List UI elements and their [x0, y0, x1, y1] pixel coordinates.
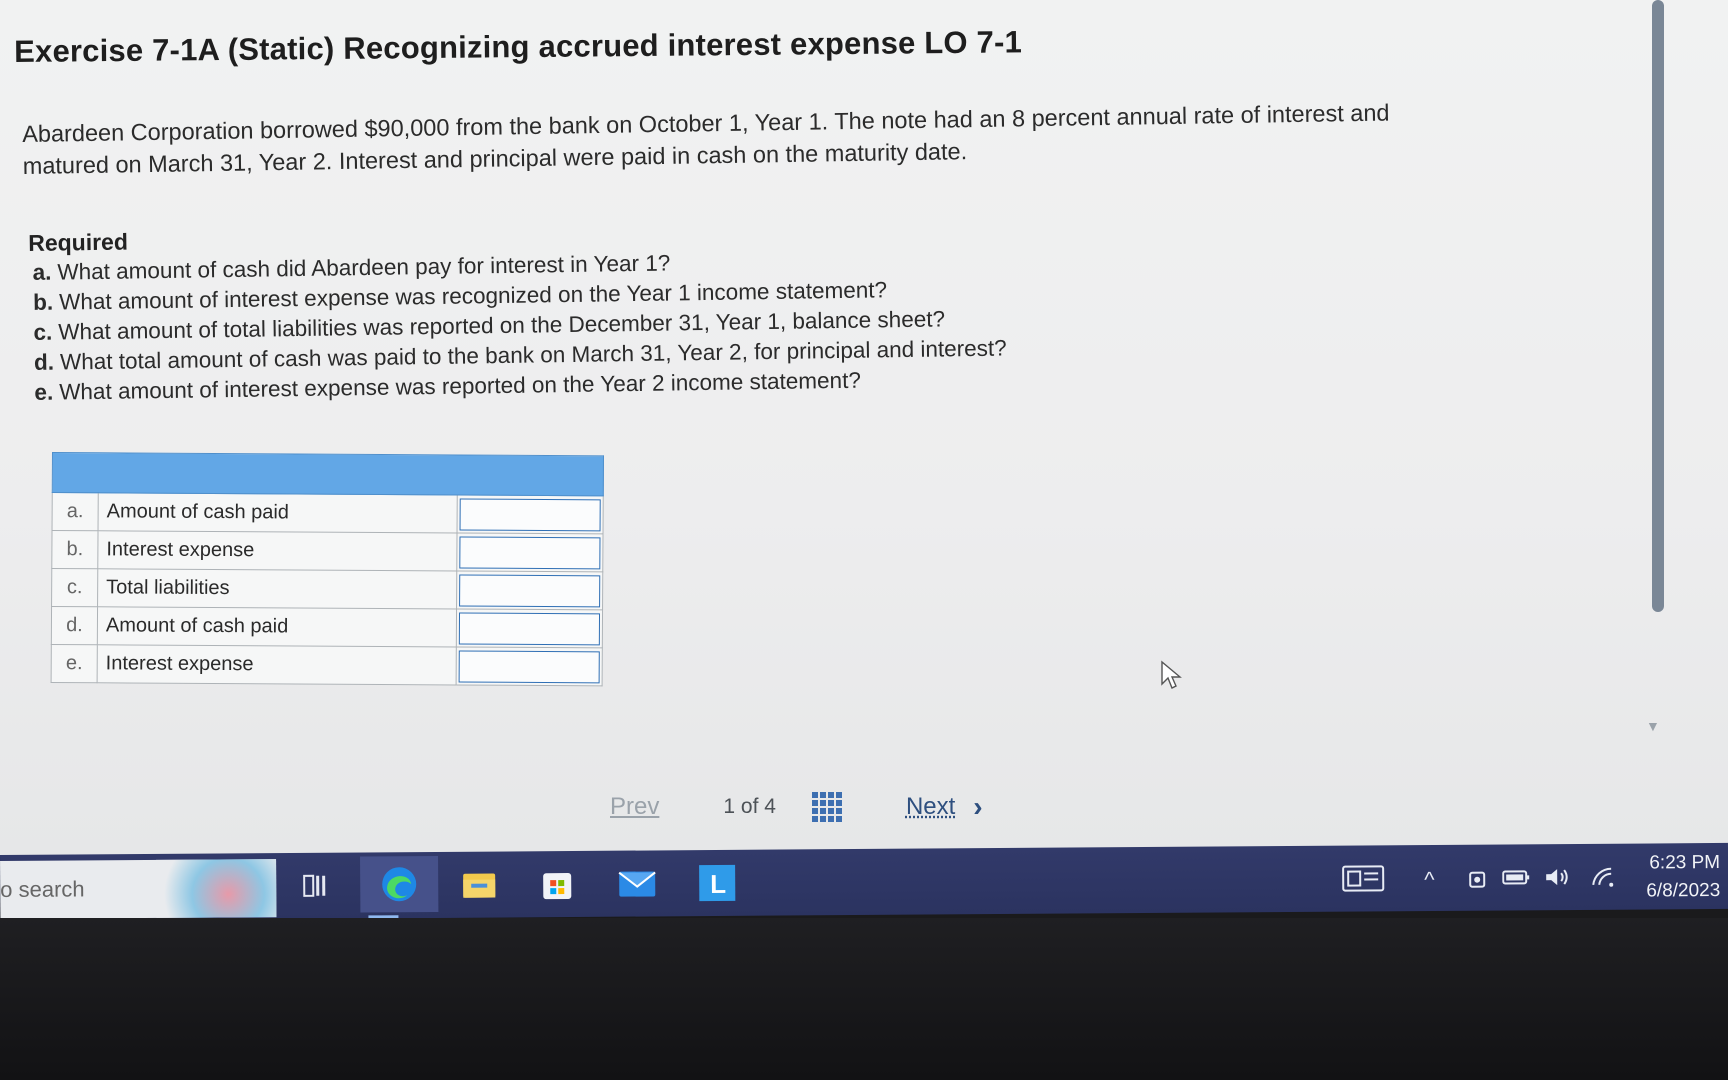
answer-table-header-cell [52, 452, 604, 496]
answer-table: a. Amount of cash paid b. Interest expen… [50, 452, 604, 687]
search-highlight-image [156, 859, 277, 918]
row-letter: b. [51, 530, 99, 569]
row-letter: a. [52, 492, 99, 531]
system-clock[interactable]: 6:23 PM 6/8/2023 [1646, 849, 1720, 906]
row-letter: e. [51, 644, 98, 683]
row-label: Amount of cash paid [97, 606, 457, 647]
answer-input-b[interactable] [459, 535, 601, 569]
clock-time: 6:23 PM [1649, 851, 1721, 874]
answer-cell [456, 608, 603, 648]
clock-date: 6/8/2023 [1646, 879, 1721, 902]
battery-icon[interactable] [1502, 866, 1530, 894]
app-l-icon[interactable]: L [694, 860, 740, 906]
prev-button[interactable]: Prev [610, 793, 659, 821]
problem-statement: Abardeen Corporation borrowed $90,000 fr… [22, 93, 1623, 182]
table-row: e. Interest expense [51, 644, 603, 686]
monitor-bezel [0, 918, 1728, 1080]
row-letter: c. [51, 568, 98, 607]
page-total: 4 [764, 795, 776, 818]
answer-input-a[interactable] [459, 497, 601, 531]
mail-icon[interactable] [614, 860, 660, 906]
page-indicator: 1 of 4 [723, 795, 776, 819]
row-label: Amount of cash paid [98, 492, 458, 533]
answer-input-c[interactable] [459, 573, 601, 607]
svg-text:L: L [710, 869, 726, 899]
answer-cell [456, 570, 603, 610]
required-letter: a. [32, 259, 52, 285]
required-section: Required a. What amount of cash did Abard… [28, 209, 1281, 408]
wifi-icon[interactable] [1590, 866, 1616, 894]
chevron-right-icon[interactable]: › [973, 791, 982, 823]
required-letter: e. [34, 379, 54, 405]
grid-icon[interactable] [811, 792, 842, 822]
required-letter: c. [33, 319, 53, 345]
meet-now-icon[interactable] [1466, 867, 1490, 897]
screen: Exercise 7-1A (Static) Recognizing accru… [0, 0, 1728, 855]
taskbar: o search L ^ 6:23 PM 6/8/2023 [0, 842, 1728, 921]
task-view-icon[interactable] [292, 863, 338, 909]
chevron-up-icon[interactable]: ^ [1424, 867, 1435, 893]
page-title: Exercise 7-1A (Static) Recognizing accru… [14, 24, 1023, 69]
page-of: of [740, 795, 759, 818]
taskbar-search[interactable]: o search [0, 859, 277, 919]
pagination: Prev 1 of 4 Next › [610, 790, 983, 824]
table-row: a. Amount of cash paid [52, 492, 604, 534]
answer-table-header [52, 452, 604, 496]
next-button[interactable]: Next [906, 793, 955, 821]
file-explorer-icon[interactable] [456, 861, 502, 907]
required-letter: b. [32, 289, 54, 315]
microsoft-store-icon[interactable] [534, 861, 580, 907]
edge-browser-icon[interactable] [360, 855, 439, 919]
scroll-down-arrow-icon[interactable]: ▼ [1646, 718, 1660, 734]
answer-cell [456, 646, 603, 686]
answer-input-e[interactable] [458, 649, 600, 683]
search-input[interactable]: o search [0, 876, 85, 903]
speaker-icon[interactable] [1544, 866, 1572, 894]
row-label: Total liabilities [97, 568, 457, 609]
news-widget-icon[interactable] [1340, 855, 1386, 901]
row-letter: d. [51, 606, 98, 645]
page-current: 1 [723, 795, 736, 818]
cursor-icon [1161, 660, 1182, 689]
answer-input-d[interactable] [458, 611, 601, 645]
table-row: c. Total liabilities [51, 568, 603, 610]
answer-cell [456, 532, 604, 572]
scrollbar-thumb[interactable] [1652, 0, 1664, 612]
table-row: d. Amount of cash paid [51, 606, 603, 648]
row-label: Interest expense [97, 530, 458, 571]
table-row: b. Interest expense [51, 530, 604, 572]
required-list: a. What amount of cash did Abardeen pay f… [32, 239, 1280, 407]
required-letter: d. [33, 349, 55, 375]
answer-cell [457, 494, 604, 534]
row-label: Interest expense [97, 644, 457, 685]
